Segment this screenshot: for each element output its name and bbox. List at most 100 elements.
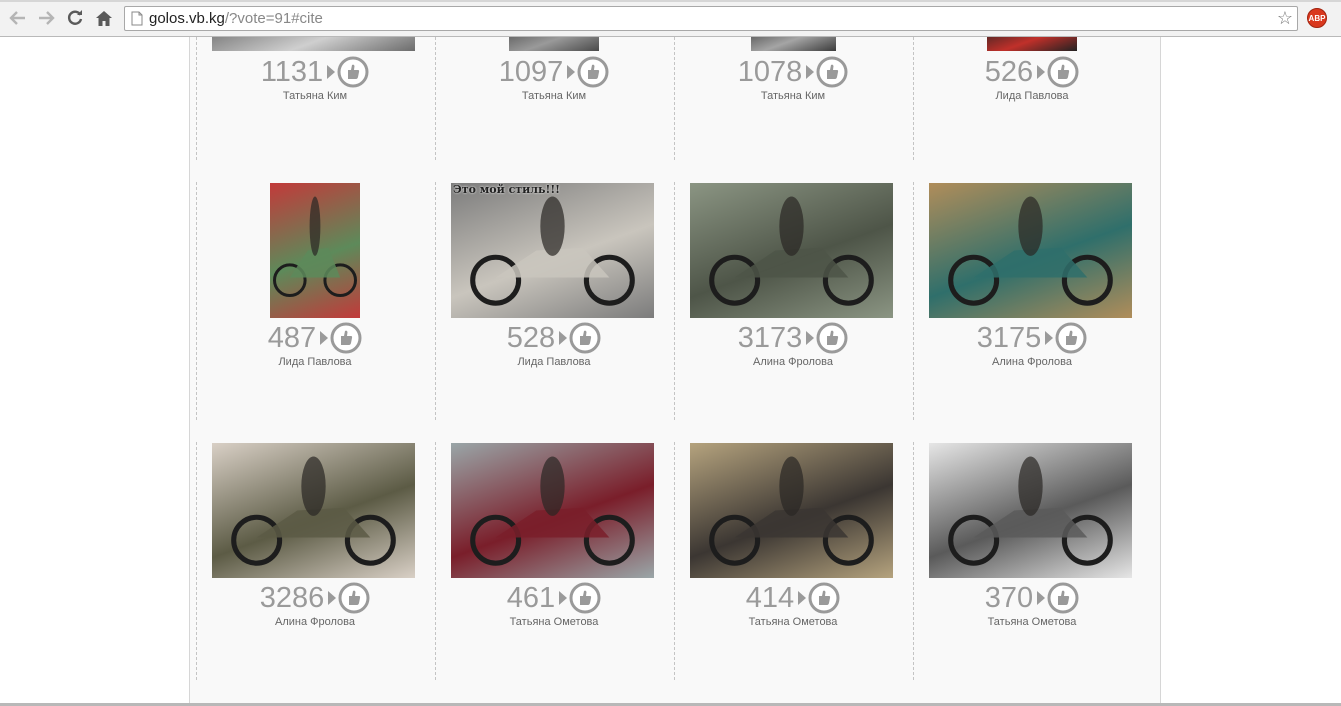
back-arrow-icon[interactable] — [7, 7, 29, 29]
pointer-arrow-icon — [567, 65, 576, 79]
pointer-arrow-icon — [1037, 65, 1046, 79]
pointer-arrow-icon — [320, 331, 329, 345]
photo-thumbnail[interactable] — [212, 443, 415, 578]
vote-row: 3175 — [913, 322, 1151, 354]
author-name[interactable]: Лида Павлова — [196, 356, 434, 368]
pointer-arrow-icon — [798, 591, 807, 605]
gallery-item: 370 Татьяна Ометова — [913, 443, 1151, 683]
photo-thumbnail[interactable] — [929, 183, 1132, 318]
author-name[interactable]: Лида Павлова — [435, 356, 673, 368]
vote-row: 1097 — [435, 56, 673, 88]
photo-thumbnail[interactable] — [212, 37, 415, 51]
vote-thumbs-up-icon[interactable] — [1047, 56, 1079, 88]
pointer-arrow-icon — [1045, 331, 1054, 345]
photo-thumbnail[interactable] — [987, 37, 1077, 51]
pointer-arrow-icon — [328, 591, 337, 605]
pointer-arrow-icon — [559, 331, 568, 345]
vote-count: 1131 — [260, 56, 324, 88]
vote-row: 526 — [913, 56, 1151, 88]
vote-count: 414 — [745, 582, 795, 614]
vote-count: 461 — [506, 582, 556, 614]
vote-count: 3175 — [976, 322, 1042, 354]
vote-thumbs-up-icon[interactable] — [816, 56, 848, 88]
vote-thumbs-up-icon[interactable] — [808, 582, 840, 614]
author-name[interactable]: Татьяна Ким — [435, 90, 673, 102]
tab-strip-edge — [0, 0, 1341, 2]
vote-thumbs-up-icon[interactable] — [569, 322, 601, 354]
author-name[interactable]: Татьяна Ким — [196, 90, 434, 102]
home-icon[interactable] — [93, 7, 115, 29]
motorcycle-photo — [231, 456, 396, 566]
vote-count: 3173 — [737, 322, 803, 354]
photo-thumbnail[interactable] — [451, 443, 654, 578]
author-name[interactable]: Татьяна Ким — [674, 90, 912, 102]
page-icon — [131, 11, 143, 26]
author-name[interactable]: Лида Павлова — [913, 90, 1151, 102]
photo-thumbnail[interactable] — [690, 183, 893, 318]
gallery-item: 3175 Алина Фролова — [913, 183, 1151, 423]
forward-arrow-icon[interactable] — [35, 7, 57, 29]
vote-thumbs-up-icon[interactable] — [577, 56, 609, 88]
motorcycle-photo — [948, 456, 1113, 566]
motorcycle-photo — [709, 196, 874, 306]
vote-row: 528 — [435, 322, 673, 354]
address-bar[interactable]: golos.vb.kg/?vote=91#cite ☆ — [124, 6, 1298, 31]
browser-toolbar: golos.vb.kg/?vote=91#cite ☆ ABP — [0, 0, 1341, 37]
vote-count: 487 — [267, 322, 317, 354]
motorcycle-photo — [948, 196, 1113, 306]
adblock-plus-icon[interactable]: ABP — [1307, 8, 1327, 28]
motorcycle-photo — [470, 196, 635, 306]
author-name[interactable]: Алина Фролова — [674, 356, 912, 368]
vote-count: 1097 — [498, 56, 564, 88]
author-name[interactable]: Татьяна Ометова — [913, 616, 1151, 628]
photo-thumbnail[interactable] — [690, 443, 893, 578]
photo-thumbnail[interactable]: Это мой стиль!!! — [451, 183, 654, 318]
vote-gallery: 1131 Татьяна Ким 1097 Татьяна Ким 1078 Татьян… — [189, 37, 1161, 706]
vote-thumbs-up-icon[interactable] — [337, 56, 369, 88]
motorcycle-photo — [470, 456, 635, 566]
vote-row: 487 — [196, 322, 434, 354]
vote-row: 414 — [674, 582, 912, 614]
vote-row: 3286 — [196, 582, 434, 614]
pointer-arrow-icon — [806, 331, 815, 345]
photo-caption: Это мой стиль!!! — [453, 183, 560, 196]
photo-thumbnail[interactable] — [929, 443, 1132, 578]
author-name[interactable]: Татьяна Ометова — [674, 616, 912, 628]
gallery-item: 3173 Алина Фролова — [674, 183, 912, 423]
pointer-arrow-icon — [559, 591, 568, 605]
photo-thumbnail[interactable] — [270, 183, 360, 318]
motorcycle-photo — [709, 456, 874, 566]
photo-thumbnail[interactable] — [509, 37, 599, 51]
photo-thumbnail[interactable] — [751, 37, 836, 51]
vote-row: 1078 — [674, 56, 912, 88]
author-name[interactable]: Татьяна Ометова — [435, 616, 673, 628]
vote-count: 526 — [984, 56, 1034, 88]
pointer-arrow-icon — [806, 65, 815, 79]
vote-count: 3286 — [259, 582, 325, 614]
vote-thumbs-up-icon[interactable] — [816, 322, 848, 354]
vote-thumbs-up-icon[interactable] — [1047, 582, 1079, 614]
gallery-item: 461 Татьяна Ометова — [435, 443, 673, 683]
url-path: /?vote=91#cite — [224, 10, 323, 27]
vote-thumbs-up-icon[interactable] — [569, 582, 601, 614]
gallery-item: 487 Лида Павлова — [196, 183, 434, 423]
gallery-item: 3286 Алина Фролова — [196, 443, 434, 683]
vote-thumbs-up-icon[interactable] — [1055, 322, 1087, 354]
vote-row: 3173 — [674, 322, 912, 354]
pointer-arrow-icon — [327, 65, 336, 79]
motorcycle-photo — [272, 196, 357, 297]
gallery-item: Это мой стиль!!! 528 Лида Павлова — [435, 183, 673, 423]
vote-count: 1078 — [737, 56, 803, 88]
url-text: golos.vb.kg/?vote=91#cite — [149, 10, 323, 27]
reload-icon[interactable] — [64, 7, 86, 29]
pointer-arrow-icon — [1037, 591, 1046, 605]
vote-thumbs-up-icon[interactable] — [330, 322, 362, 354]
vote-thumbs-up-icon[interactable] — [338, 582, 370, 614]
star-icon[interactable]: ☆ — [1277, 8, 1293, 28]
vote-count: 370 — [984, 582, 1034, 614]
url-host: golos.vb.kg — [149, 10, 225, 27]
author-name[interactable]: Алина Фролова — [196, 616, 434, 628]
vote-count: 528 — [506, 322, 556, 354]
author-name[interactable]: Алина Фролова — [913, 356, 1151, 368]
vote-row: 1131 — [196, 56, 434, 88]
